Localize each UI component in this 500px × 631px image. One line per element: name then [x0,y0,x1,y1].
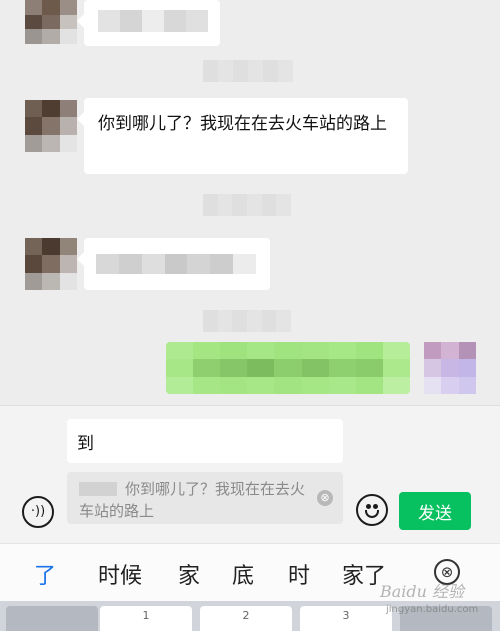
clear-quote-icon[interactable]: ⊗ [317,490,333,506]
quoted-message-text: 你到哪儿了？我现在在去火车站的路上 [79,480,306,520]
voice-input-icon[interactable]: ·)) [22,496,54,528]
candidate-item[interactable]: 底 [232,558,254,590]
chat-area[interactable]: 你到哪儿了？我现在在去火车站的路上 [0,0,500,405]
contact-avatar[interactable] [25,238,77,290]
watermark-brand: Baidu 经验 [380,582,465,601]
contact-avatar[interactable] [25,0,77,44]
user-avatar[interactable] [424,342,476,394]
keyboard-key[interactable] [6,606,98,631]
timestamp-blurred [203,60,293,82]
key-hint: 3 [342,609,350,622]
contact-avatar[interactable] [25,100,77,152]
candidate-item[interactable]: 时 [288,558,310,590]
key-hint: 1 [142,609,150,622]
quoted-message[interactable]: 你到哪儿了？我现在在去火车站的路上 ⊗ [67,472,343,524]
watermark-url: jingyan.baidu.com [386,604,479,615]
timestamp-blurred [203,310,291,332]
candidate-item[interactable]: 家 [178,558,200,590]
candidate-item[interactable]: 了 [34,558,56,590]
keyboard-key[interactable]: 3 [300,606,392,631]
message-input[interactable]: 到 [67,419,343,463]
keyboard-key[interactable]: 1 [100,606,192,631]
input-panel: 到 你到哪儿了？我现在在去火车站的路上 ⊗ ·)) 发送 [0,405,500,543]
emoji-icon[interactable] [356,494,388,526]
message-bubble-blurred[interactable] [77,238,270,290]
message-bubble[interactable]: 你到哪儿了？我现在在去火车站的路上 [77,98,408,174]
blurred-text [96,254,256,274]
keyboard-key[interactable]: 2 [200,606,292,631]
candidate-item[interactable]: 时候 [98,558,142,590]
timestamp-blurred [203,194,291,216]
watermark: Baidu 经验 jingyan.baidu.com [380,578,500,618]
key-hint: 2 [242,609,250,622]
blurred-text [98,10,208,32]
outgoing-message-bubble-blurred[interactable] [166,342,410,394]
message-text: 你到哪儿了？我现在在去火车站的路上 [98,114,387,134]
message-bubble-blurred[interactable] [77,0,220,46]
message-input-value: 到 [77,434,94,454]
send-button[interactable]: 发送 [399,492,471,530]
